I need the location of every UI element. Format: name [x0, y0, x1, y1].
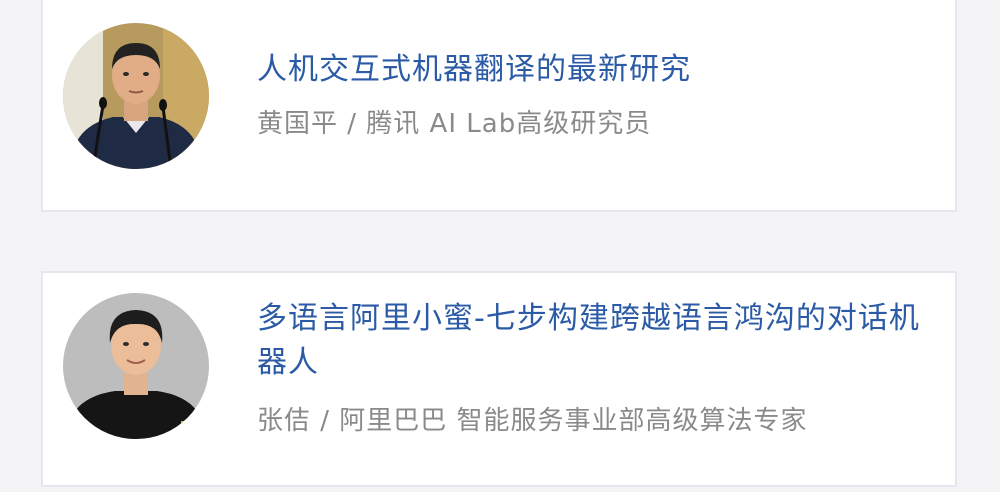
speaker-info: 张佶 / 阿里巴巴 智能服务事业部高级算法专家 [257, 406, 808, 436]
speaker-avatar [63, 293, 209, 439]
speaker-photo-icon [63, 23, 209, 169]
talk-card[interactable]: 人机交互式机器翻译的最新研究 黄国平 / 腾讯 AI Lab高级研究员 [41, 0, 957, 212]
talk-title[interactable]: 多语言阿里小蜜-七步构建跨越语言鸿沟的对话机器人 [257, 297, 935, 385]
speaker-photo-icon [63, 293, 209, 439]
talk-card[interactable]: 多语言阿里小蜜-七步构建跨越语言鸿沟的对话机器人 张佶 / 阿里巴巴 智能服务事… [41, 271, 957, 487]
speaker-avatar [63, 23, 209, 169]
speaker-info: 黄国平 / 腾讯 AI Lab高级研究员 [257, 109, 652, 139]
talk-title[interactable]: 人机交互式机器翻译的最新研究 [257, 48, 935, 92]
